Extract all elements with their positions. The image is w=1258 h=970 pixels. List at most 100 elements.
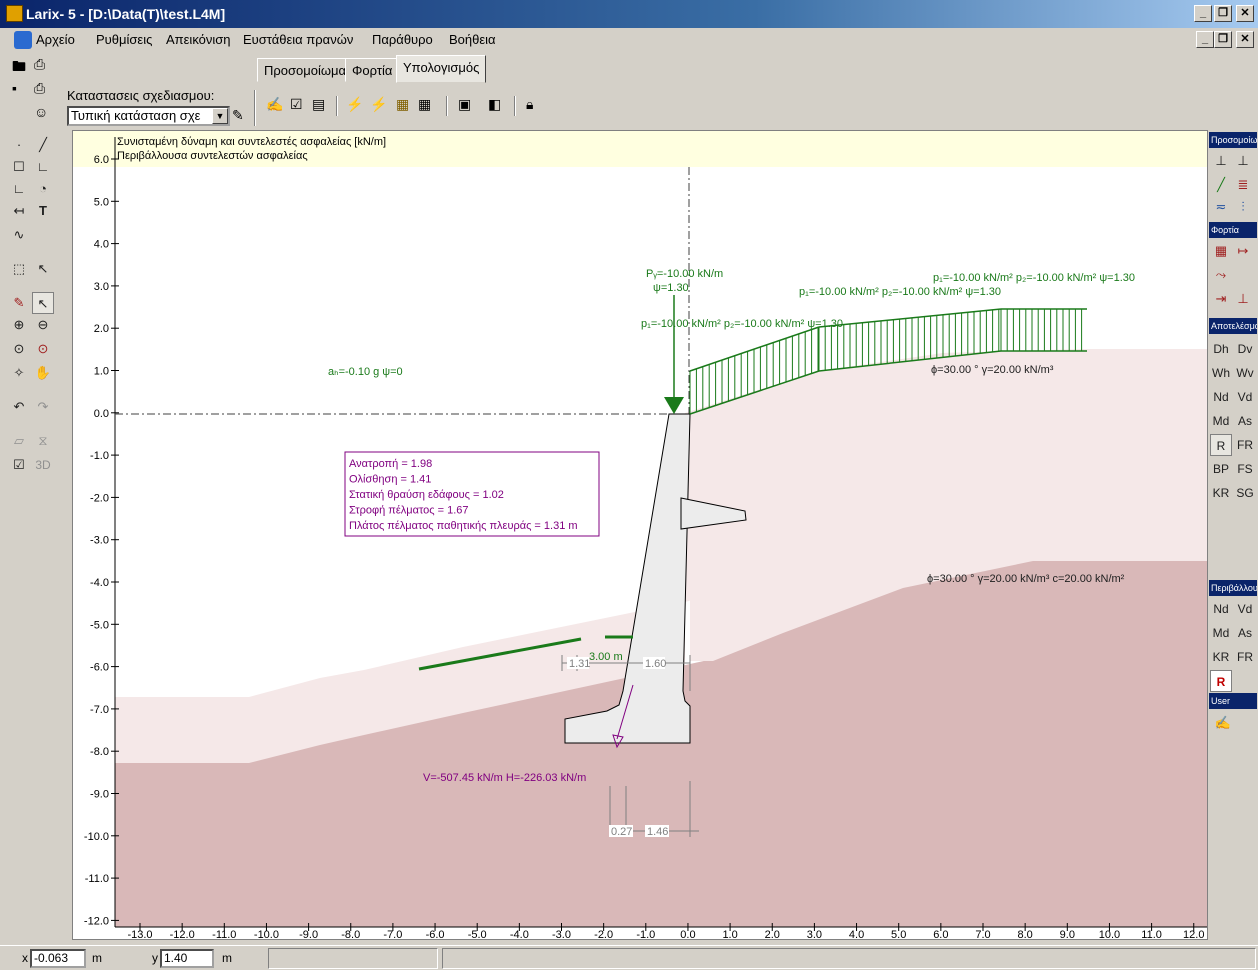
envelope-button-vd[interactable]: Vd xyxy=(1234,598,1256,620)
view-3d-button[interactable]: 3D xyxy=(32,454,54,476)
open-icon[interactable]: 🖿 xyxy=(12,56,30,74)
result-button-md[interactable]: Md xyxy=(1210,410,1232,432)
layer-icon[interactable]: ≣ xyxy=(1232,174,1254,196)
x-tick-label: 6.0 xyxy=(933,929,948,939)
mdi-minimize-button[interactable]: _ xyxy=(1196,31,1214,48)
pan-hand-icon[interactable]: ✋ xyxy=(32,362,54,384)
menu-help[interactable]: Βοήθεια xyxy=(449,32,496,47)
tab-calculation[interactable]: Υπολογισμός xyxy=(396,55,487,83)
zoom-out-icon[interactable]: ⊖ xyxy=(32,314,54,336)
results-table-icon[interactable]: ▦ xyxy=(418,96,436,114)
menu-window[interactable]: Παράθυρο xyxy=(372,32,433,47)
wall-tool-icon[interactable]: ∟ xyxy=(32,156,54,178)
design-state-value: Τυπική κατάσταση σχε xyxy=(71,108,201,123)
envelope-button-nd[interactable]: Nd xyxy=(1210,598,1232,620)
menu-view[interactable]: Απεικόνιση xyxy=(166,32,231,47)
zoom-in-icon[interactable]: ⊕ xyxy=(8,314,30,336)
vertical-load-icon[interactable]: ⊥ xyxy=(1232,288,1254,310)
calculate-all-icon[interactable]: ⚡ xyxy=(370,96,388,114)
envelope-button-as[interactable]: As xyxy=(1234,622,1256,644)
properties-icon[interactable]: ▣ xyxy=(458,96,476,114)
result-button-nd[interactable]: Nd xyxy=(1210,386,1232,408)
minimize-button[interactable]: _ xyxy=(1194,5,1212,22)
result-button-r[interactable]: R xyxy=(1210,434,1232,456)
result-button-vd[interactable]: Vd xyxy=(1234,386,1256,408)
undo-icon[interactable]: ↶ xyxy=(8,396,30,418)
report-icon[interactable]: ▤ xyxy=(312,96,330,114)
restore-button[interactable]: ❐ xyxy=(1214,5,1232,22)
checkbox-icon[interactable]: ☑ xyxy=(8,454,30,476)
y-tick-label: -9.0 xyxy=(90,789,109,801)
result-button-sg[interactable]: SG xyxy=(1234,482,1256,504)
tab-loads[interactable]: Φορτία xyxy=(345,58,400,82)
zoom-extents-icon[interactable]: ⊙ xyxy=(32,338,54,360)
window-icon[interactable]: ◧ xyxy=(488,96,506,114)
zoom-all-icon[interactable]: ✧ xyxy=(8,362,30,384)
result-button-as[interactable]: As xyxy=(1234,410,1256,432)
menu-slope-stability[interactable]: Ευστάθεια πρανών xyxy=(243,32,353,47)
water-icon[interactable]: ≂ xyxy=(1210,196,1232,218)
iso-view-icon[interactable]: ⧖ xyxy=(32,430,54,452)
design-state-select[interactable]: Τυπική κατάσταση σχε ▼ xyxy=(67,106,230,126)
print-icon[interactable]: ⎙ xyxy=(34,56,52,74)
print-preview-icon[interactable]: ⎙ xyxy=(34,80,52,98)
lock-icon[interactable]: 🔒︎ xyxy=(526,96,544,114)
y-label: y xyxy=(152,951,158,965)
point-tool-icon[interactable]: · xyxy=(8,134,30,156)
x-coordinate-field[interactable]: -0.063 xyxy=(30,949,86,968)
result-button-fr[interactable]: FR xyxy=(1234,434,1256,456)
circle-tool-icon[interactable]: ◔ xyxy=(32,178,54,200)
rect-tool-icon[interactable]: ☐ xyxy=(8,156,30,178)
plane-view-icon[interactable]: ▱ xyxy=(8,430,30,452)
chevron-down-icon[interactable]: ▼ xyxy=(212,108,228,124)
user-edit-icon[interactable]: ✍ xyxy=(1212,712,1234,734)
curve-tool-icon[interactable]: ∿ xyxy=(8,224,30,246)
support-2-icon[interactable]: ⊥ xyxy=(1232,150,1254,172)
anchor-icon[interactable]: ⫶ xyxy=(1232,196,1254,218)
result-button-fs[interactable]: FS xyxy=(1234,458,1256,480)
user-icon[interactable]: ☺ xyxy=(34,104,52,122)
result-button-wv[interactable]: Wv xyxy=(1234,362,1256,384)
section-drawing[interactable]: Συνισταμένη δύναμη και συντελεστές ασφαλ… xyxy=(73,131,1207,941)
envelope-button-r[interactable]: R xyxy=(1210,670,1232,692)
grid-load-icon[interactable]: ▦ xyxy=(1210,240,1232,262)
resultant-force-label: V=-507.45 kN/m H=-226.03 kN/m xyxy=(423,772,586,784)
pencil-icon[interactable]: ✎ xyxy=(8,292,30,314)
close-button[interactable]: ✕ xyxy=(1236,5,1254,22)
text-tool-icon[interactable]: T xyxy=(32,200,54,222)
result-button-bp[interactable]: BP xyxy=(1210,458,1232,480)
design-state-edit-icon[interactable]: ✎ xyxy=(232,107,250,125)
save-icon[interactable]: ▪ xyxy=(12,80,30,98)
select-pointer-icon[interactable]: ↖ xyxy=(32,258,54,280)
envelope-button-fr[interactable]: FR xyxy=(1234,646,1256,668)
select-region-icon[interactable]: ⬚ xyxy=(8,258,30,280)
calculate-icon[interactable]: ⚡ xyxy=(346,96,364,114)
zoom-window-icon[interactable]: ⊙ xyxy=(8,338,30,360)
results-icon[interactable]: ▦ xyxy=(396,96,414,114)
result-button-kr[interactable]: KR xyxy=(1210,482,1232,504)
dimension-tool-icon[interactable]: ↤ xyxy=(8,200,30,222)
result-button-wh[interactable]: Wh xyxy=(1210,362,1232,384)
menu-file[interactable]: Αρχείο xyxy=(36,32,75,47)
seismic-icon[interactable]: ⤳ xyxy=(1210,264,1232,286)
tab-model[interactable]: Προσομοίωμα xyxy=(257,58,354,82)
mdi-restore-button[interactable]: ❐ xyxy=(1214,31,1232,48)
result-button-dh[interactable]: Dh xyxy=(1210,338,1232,360)
menu-settings[interactable]: Ρυθμίσεις xyxy=(96,32,152,47)
terrain-icon[interactable]: ╱ xyxy=(1210,174,1232,196)
pointer-icon[interactable]: ↖ xyxy=(32,292,54,314)
force-icon[interactable]: ↦ xyxy=(1232,240,1254,262)
drawing-canvas[interactable]: Συνισταμένη δύναμη και συντελεστές ασφαλ… xyxy=(72,130,1208,941)
footing-tool-icon[interactable]: ∟ xyxy=(8,178,30,200)
mdi-close-button[interactable]: ✕ xyxy=(1236,31,1254,48)
result-button-dv[interactable]: Dv xyxy=(1234,338,1256,360)
edit-data-icon[interactable]: ✍ xyxy=(266,96,284,114)
envelope-button-md[interactable]: Md xyxy=(1210,622,1232,644)
check-icon[interactable]: ☑ xyxy=(290,96,308,114)
line-tool-icon[interactable]: ╱ xyxy=(32,134,54,156)
support-icon[interactable]: ⊥ xyxy=(1210,150,1232,172)
redo-icon[interactable]: ↷ xyxy=(32,396,54,418)
y-coordinate-field[interactable]: 1.40 xyxy=(160,949,214,968)
horizontal-load-icon[interactable]: ⇥ xyxy=(1210,288,1232,310)
envelope-button-kr[interactable]: KR xyxy=(1210,646,1232,668)
